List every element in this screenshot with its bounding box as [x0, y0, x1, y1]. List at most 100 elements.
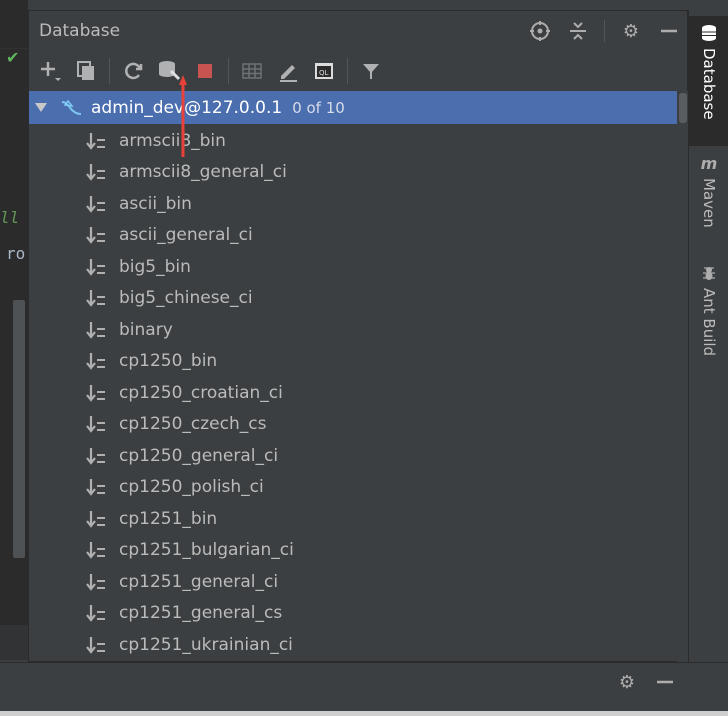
collation-label: armscii8_bin: [119, 130, 226, 151]
collation-label: cp1251_general_ci: [119, 571, 279, 592]
collation-label: cp1251_bulgarian_ci: [119, 540, 294, 560]
title-actions: ⚙: [528, 20, 681, 42]
ant-icon: [700, 264, 718, 282]
collation-label: armscii8_general_ci: [119, 162, 287, 182]
collation-item[interactable]: cp1251_ukrainian_ci: [85, 629, 293, 660]
collation-item[interactable]: cp1251_bulgarian_ci: [85, 535, 294, 566]
bottom-panel-bar: ⚙: [0, 662, 728, 716]
code-fragment: ro: [6, 244, 26, 263]
collation-label: cp1250_czech_cs: [119, 414, 267, 434]
collation-item[interactable]: big5_chinese_ci: [85, 283, 253, 314]
collation-item[interactable]: cp1250_polish_ci: [85, 472, 264, 503]
editor-status-area: [0, 625, 28, 660]
database-panel: Database ⚙ QL admin_dev@127.0.0.1 0 of 1…: [28, 10, 689, 663]
collation-sort-icon: [85, 163, 107, 181]
collation-sort-icon: [85, 226, 107, 244]
datasource-icon: [61, 99, 82, 115]
tab-maven-label: Maven: [700, 178, 718, 228]
maven-icon: m: [700, 153, 718, 173]
collation-sort-icon: [85, 415, 107, 433]
collation-sort-icon: [85, 132, 107, 150]
collation-item[interactable]: cp1250_bin: [85, 346, 217, 377]
collation-sort-icon: [85, 321, 107, 339]
collation-label: cp1251_general_cs: [119, 603, 283, 623]
collation-item[interactable]: big5_bin: [85, 251, 191, 282]
add-icon[interactable]: [37, 58, 63, 84]
code-fragment: ll: [0, 208, 20, 227]
editor-scrollbar[interactable]: [13, 300, 25, 558]
red-annotation-arrow-icon: [179, 75, 187, 157]
collapse-all-icon[interactable]: [566, 20, 590, 42]
collation-item[interactable]: binary: [85, 314, 173, 345]
tree-root-datasource[interactable]: admin_dev@127.0.0.1 0 of 10: [29, 91, 677, 124]
collation-item[interactable]: cp1251_general_ci: [85, 566, 278, 597]
collation-label: cp1250_bin: [119, 351, 218, 371]
tab-database-label: Database: [700, 48, 718, 120]
tab-database[interactable]: Database: [689, 16, 728, 146]
copy-icon[interactable]: [73, 58, 99, 84]
minimize-icon[interactable]: [657, 20, 681, 42]
toolbar-separator: [347, 58, 348, 84]
svg-text:QL: QL: [319, 69, 329, 77]
collation-label: cp1251_ukrainian_ci: [119, 634, 293, 655]
collation-label: binary: [119, 319, 173, 340]
collation-label: cp1251_bin: [119, 508, 218, 529]
editor-background: ✔ ll ro: [0, 0, 28, 660]
tab-maven[interactable]: m Maven: [689, 154, 728, 244]
collation-item[interactable]: cp1250_croatian_ci: [85, 377, 283, 408]
panel-toolbar: QL: [29, 51, 689, 91]
table-icon[interactable]: [239, 58, 265, 84]
stop-icon[interactable]: [192, 58, 218, 84]
gear-icon[interactable]: ⚙: [619, 20, 643, 42]
collation-item[interactable]: armscii8_general_ci: [85, 157, 287, 188]
collation-sort-icon: [85, 478, 107, 496]
tab-ant-build[interactable]: Ant Build: [689, 264, 728, 374]
collation-label: ascii_bin: [119, 193, 192, 214]
gear-icon[interactable]: ⚙: [616, 671, 638, 693]
collation-sort-icon: [85, 352, 107, 370]
collation-label: cp1250_croatian_ci: [119, 382, 283, 403]
sql-console-icon[interactable]: QL: [311, 58, 337, 84]
collation-item[interactable]: cp1251_bin: [85, 503, 217, 534]
toolbar-separator: [228, 58, 229, 84]
collation-sort-icon: [85, 541, 107, 559]
collation-sort-icon: [85, 510, 107, 528]
refresh-icon[interactable]: [120, 58, 146, 84]
collation-item[interactable]: cp1250_general_ci: [85, 440, 278, 471]
collation-sort-icon: [85, 258, 107, 276]
collation-label: big5_chinese_ci: [119, 288, 253, 308]
panel-title-bar: Database ⚙: [29, 11, 689, 51]
tab-ant-build-label: Ant Build: [700, 288, 718, 357]
collation-label: big5_bin: [119, 256, 191, 277]
collation-sort-icon: [85, 636, 107, 654]
toolbar-separator: [109, 58, 110, 84]
window-edge: [0, 711, 728, 716]
filter-icon[interactable]: [358, 58, 384, 84]
collation-item[interactable]: cp1251_general_cs: [85, 598, 282, 629]
collation-item[interactable]: cp1250_czech_cs: [85, 409, 266, 440]
collation-sort-icon: [85, 195, 107, 213]
database-tree: admin_dev@127.0.0.1 0 of 10 armscii8_bin…: [29, 91, 689, 663]
locate-icon[interactable]: [528, 20, 552, 42]
collation-sort-icon: [85, 384, 107, 402]
bottom-actions: ⚙: [616, 671, 676, 693]
collation-sort-icon: [85, 447, 107, 465]
edit-icon[interactable]: [275, 58, 301, 84]
expand-arrow-icon[interactable]: [35, 103, 47, 112]
collation-label: cp1250_general_ci: [119, 445, 279, 466]
right-tool-strip: Database m Maven Ant Build: [688, 10, 728, 662]
collation-sort-icon: [85, 604, 107, 622]
database-icon: [700, 24, 718, 42]
title-separator: [604, 20, 605, 42]
collation-item[interactable]: armscii8_bin: [85, 125, 226, 156]
schema-count: 0 of 10: [292, 98, 345, 117]
collation-label: ascii_general_ci: [119, 225, 253, 245]
panel-title: Database: [39, 21, 121, 41]
collation-sort-icon: [85, 573, 107, 591]
collation-item[interactable]: ascii_bin: [85, 188, 192, 219]
scrollbar-thumb[interactable]: [679, 93, 687, 123]
collation-sort-icon: [85, 289, 107, 307]
minimize-icon[interactable]: [654, 671, 676, 693]
collation-item[interactable]: ascii_general_ci: [85, 220, 253, 251]
collation-label: cp1250_polish_ci: [119, 477, 264, 497]
